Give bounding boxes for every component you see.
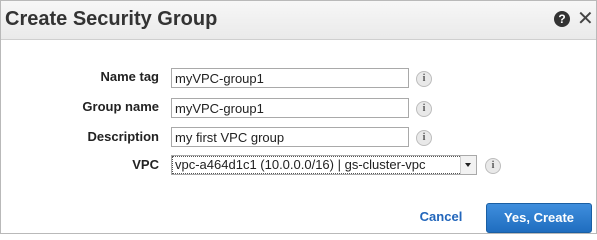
dialog-header: Create Security Group ? ✕ [1,1,596,40]
dialog-title: Create Security Group [5,8,218,30]
description-input[interactable] [171,127,409,147]
name-tag-input[interactable] [171,68,409,88]
description-info-icon[interactable]: i [416,130,432,146]
vpc-info-icon[interactable]: i [485,158,501,174]
name-tag-info-icon[interactable]: i [416,71,432,87]
vpc-label: VPC [132,157,159,172]
group-name-label: Group name [82,99,159,114]
name-tag-label: Name tag [100,69,159,84]
create-security-group-dialog: Create Security Group ? ✕ Name tag i Gro… [0,0,597,234]
help-icon[interactable]: ? [554,11,570,27]
cancel-button[interactable]: Cancel [413,209,469,227]
group-name-input[interactable] [171,98,409,118]
group-name-info-icon[interactable]: i [416,101,432,117]
close-icon[interactable]: ✕ [577,8,594,30]
chevron-down-icon[interactable] [460,156,476,174]
description-label: Description [87,129,159,144]
vpc-select[interactable]: vpc-a464d1c1 (10.0.0.0/16) | gs-cluster-… [171,155,477,175]
vpc-select-value: vpc-a464d1c1 (10.0.0.0/16) | gs-cluster-… [172,156,462,174]
yes-create-button[interactable]: Yes, Create [486,203,592,233]
